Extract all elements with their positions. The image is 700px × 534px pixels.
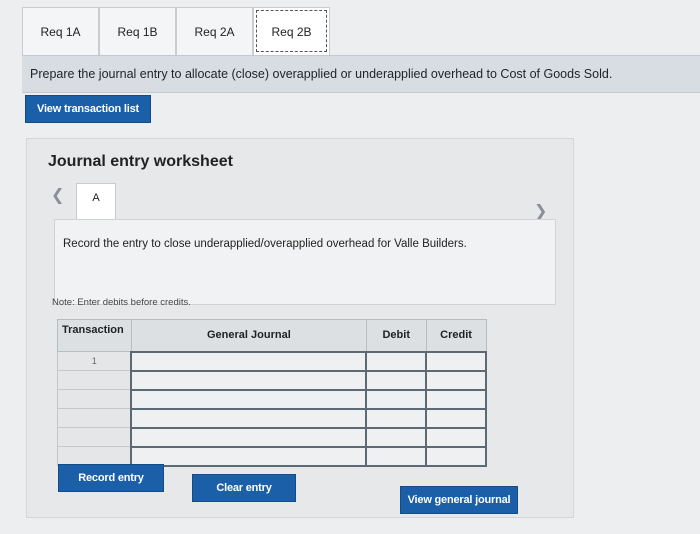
credit-input[interactable] <box>425 445 487 467</box>
tab-req-1a[interactable]: Req 1A <box>22 7 99 55</box>
column-header-general-journal: General Journal <box>130 319 367 352</box>
tab-req-1b[interactable]: Req 1B <box>99 7 176 55</box>
journal-entry-worksheet: Journal entry worksheet ❮ ❯ A Record the… <box>26 138 574 518</box>
chevron-left-icon[interactable]: ❮ <box>51 185 64 205</box>
table-row: 1 <box>57 350 487 372</box>
debit-input[interactable] <box>365 445 428 467</box>
chevron-right-icon[interactable]: ❯ <box>534 201 547 221</box>
debit-input[interactable] <box>365 407 428 429</box>
general-journal-input[interactable] <box>130 426 368 448</box>
credit-input[interactable] <box>425 350 487 372</box>
column-header-credit: Credit <box>425 319 487 352</box>
view-general-journal-button[interactable]: View general journal <box>400 486 518 514</box>
debit-input[interactable] <box>365 369 428 391</box>
entry-description: Record the entry to close underapplied/o… <box>63 238 467 250</box>
transaction-number <box>57 427 132 447</box>
tab-req-2b[interactable]: Req 2B <box>253 7 330 55</box>
column-header-debit: Debit <box>365 319 427 352</box>
clear-entry-button[interactable]: Clear entry <box>192 474 296 502</box>
general-journal-input[interactable] <box>130 407 368 429</box>
table-row <box>57 407 487 429</box>
general-journal-input[interactable] <box>130 445 368 467</box>
record-entry-button[interactable]: Record entry <box>58 464 164 492</box>
transaction-number <box>57 408 132 428</box>
entry-description-panel: Record the entry to close underapplied/o… <box>54 219 556 305</box>
view-transaction-list-button[interactable]: View transaction list <box>25 95 151 123</box>
debit-input[interactable] <box>365 350 428 372</box>
transaction-number <box>57 446 132 466</box>
credit-input[interactable] <box>425 388 487 410</box>
general-journal-input[interactable] <box>130 388 368 410</box>
requirement-tabs: Req 1A Req 1B Req 2A Req 2B <box>22 7 330 55</box>
transaction-number <box>57 389 132 409</box>
credit-input[interactable] <box>425 369 487 391</box>
entry-tab-a[interactable]: A <box>76 183 116 219</box>
table-header-row: Transaction General Journal Debit Credit <box>57 319 487 352</box>
column-header-transaction: Transaction <box>57 319 132 352</box>
journal-table: Transaction General Journal Debit Credit… <box>57 319 487 467</box>
table-row <box>57 426 487 448</box>
tab-req-2a[interactable]: Req 2A <box>176 7 253 55</box>
table-row <box>57 388 487 410</box>
general-journal-input[interactable] <box>130 369 368 391</box>
table-row <box>57 369 487 391</box>
credit-input[interactable] <box>425 407 487 429</box>
table-row <box>57 445 487 467</box>
credit-input[interactable] <box>425 426 487 448</box>
worksheet-title: Journal entry worksheet <box>48 153 233 170</box>
general-journal-input[interactable] <box>130 350 368 372</box>
transaction-number: 1 <box>57 351 132 371</box>
debit-input[interactable] <box>365 426 428 448</box>
debit-input[interactable] <box>365 388 428 410</box>
instruction-text: Prepare the journal entry to allocate (c… <box>22 55 700 93</box>
transaction-number <box>57 370 132 390</box>
note-text: Note: Enter debits before credits. <box>52 297 191 308</box>
